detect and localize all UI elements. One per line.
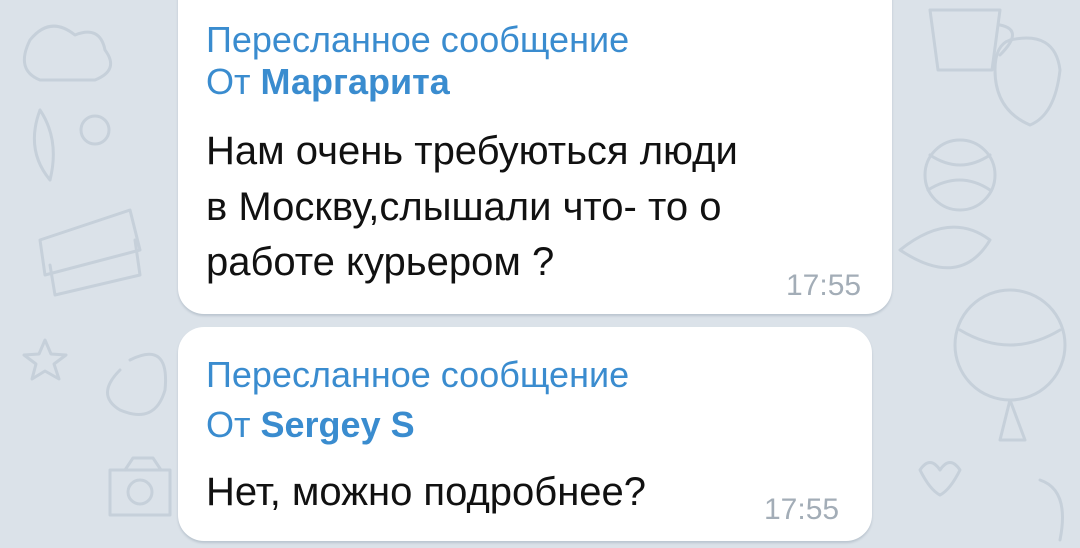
message-text-line: Нам очень требуються люди — [206, 129, 738, 173]
strawberry-doodle — [993, 36, 1062, 127]
cake-doodle — [38, 208, 142, 297]
ball-doodle — [923, 138, 997, 212]
star-doodle — [22, 338, 68, 381]
balloon-doodle — [953, 288, 1067, 402]
message-text-line: в Москву,слышали что- то о — [206, 185, 722, 229]
message-bubble[interactable]: Пересланное сообщение От Sergey S Нет, м… — [178, 327, 872, 541]
forwarded-label: Пересланное сообщение — [206, 19, 630, 60]
circle-doodle — [79, 114, 111, 146]
forwarded-from-prefix: От — [206, 404, 251, 445]
hearts-doodle — [918, 461, 962, 497]
camera-doodle — [108, 456, 172, 517]
spiral-doodle — [106, 352, 168, 416]
forwarded-label: Пересланное сообщение — [206, 354, 630, 395]
forwarded-from-name[interactable]: Маргарита — [261, 61, 450, 102]
message-text-line: Нет, можно подробнее? — [206, 470, 647, 514]
forwarded-from-prefix: От — [206, 61, 251, 102]
message-bubble[interactable]: Пересланное сообщение От Маргарита Нам о… — [178, 0, 892, 314]
feather-doodle — [32, 108, 55, 182]
message-text-line: работе курьером ? — [206, 240, 555, 284]
forwarded-from: От Маргарита — [206, 60, 450, 104]
message-time: 17:55 — [764, 493, 840, 526]
leaf-doodle — [898, 225, 992, 270]
forwarded-from-name[interactable]: Sergey S — [261, 404, 415, 445]
forwarded-from: От Sergey S — [206, 403, 415, 447]
cloud-doodle — [22, 24, 113, 82]
message-time: 17:55 — [786, 269, 862, 302]
cup-doodle — [928, 8, 1014, 72]
